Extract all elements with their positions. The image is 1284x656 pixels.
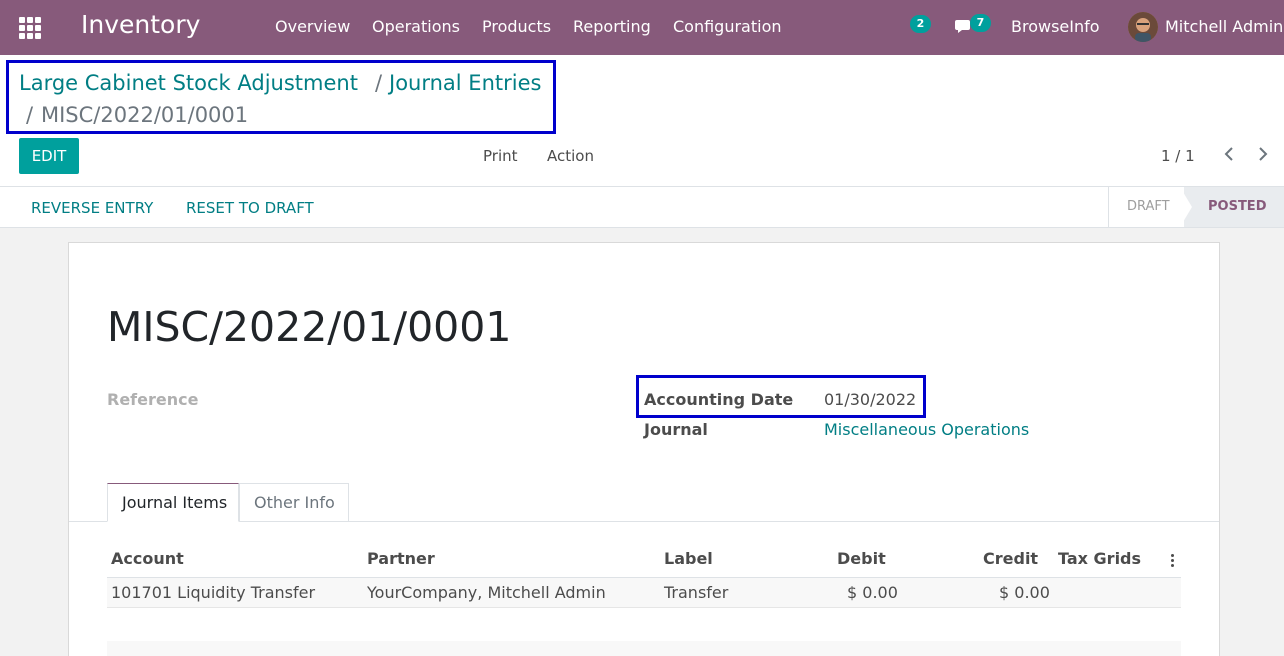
menu-overview[interactable]: Overview bbox=[275, 17, 350, 36]
stage-arrow-divider bbox=[1180, 187, 1192, 227]
avatar-image bbox=[1128, 12, 1158, 42]
reference-label: Reference bbox=[107, 390, 199, 409]
breadcrumb-stock-adjustment[interactable]: Large Cabinet Stock Adjustment bbox=[19, 71, 358, 95]
menu-products[interactable]: Products bbox=[482, 17, 551, 36]
tab-journal-items[interactable]: Journal Items bbox=[107, 483, 239, 522]
menu-reporting[interactable]: Reporting bbox=[573, 17, 651, 36]
column-header-debit[interactable]: Debit bbox=[837, 549, 886, 568]
form-sheet: MISC/2022/01/0001 Reference Accounting D… bbox=[68, 242, 1220, 656]
optional-columns-icon[interactable] bbox=[1171, 554, 1175, 569]
tab-other-info[interactable]: Other Info bbox=[239, 483, 349, 522]
activity-count-badge: 2 bbox=[910, 15, 931, 33]
column-header-label[interactable]: Label bbox=[664, 549, 713, 568]
top-navbar: Inventory Overview Operations Products R… bbox=[0, 0, 1284, 55]
apps-menu-icon[interactable] bbox=[19, 17, 41, 39]
pager-value[interactable]: 1 / 1 bbox=[1161, 147, 1195, 165]
reset-to-draft-button[interactable]: RESET TO DRAFT bbox=[186, 199, 314, 217]
breadcrumb-separator: / bbox=[375, 71, 383, 95]
menu-configuration[interactable]: Configuration bbox=[673, 17, 782, 36]
accounting-date-label: Accounting Date bbox=[644, 390, 794, 409]
accounting-date-value: 01/30/2022 bbox=[824, 390, 917, 409]
action-button[interactable]: Action bbox=[547, 147, 594, 165]
cell-label: Transfer bbox=[664, 583, 729, 602]
record-title: MISC/2022/01/0001 bbox=[107, 303, 512, 351]
reverse-entry-button[interactable]: REVERSE ENTRY bbox=[31, 199, 153, 217]
column-header-credit[interactable]: Credit bbox=[983, 549, 1038, 568]
empty-table-row[interactable] bbox=[107, 641, 1181, 656]
print-button[interactable]: Print bbox=[483, 147, 518, 165]
column-header-tax-grids[interactable]: Tax Grids bbox=[1058, 549, 1141, 568]
message-count-badge: 7 bbox=[970, 14, 991, 32]
cell-credit: $ 0.00 bbox=[999, 583, 1050, 602]
chevron-left-icon[interactable] bbox=[1219, 143, 1241, 165]
company-switcher[interactable]: BrowseInfo bbox=[1011, 17, 1100, 36]
chevron-right-icon[interactable] bbox=[1251, 143, 1273, 165]
control-panel: Large Cabinet Stock Adjustment / Journal… bbox=[0, 55, 1284, 187]
edit-button[interactable]: EDIT bbox=[19, 138, 79, 174]
column-header-account[interactable]: Account bbox=[111, 549, 184, 568]
user-menu[interactable]: Mitchell Admin bbox=[1165, 17, 1283, 36]
stage-posted[interactable]: POSTED bbox=[1184, 187, 1284, 227]
breadcrumb-journal-entries[interactable]: Journal Entries bbox=[389, 71, 541, 95]
user-avatar[interactable] bbox=[1128, 12, 1158, 42]
status-bar: REVERSE ENTRY RESET TO DRAFT DRAFT POSTE… bbox=[0, 187, 1284, 228]
cell-account: 101701 Liquidity Transfer bbox=[111, 583, 316, 602]
breadcrumb-separator: / bbox=[26, 103, 34, 127]
app-name[interactable]: Inventory bbox=[81, 10, 200, 39]
breadcrumb-current: MISC/2022/01/0001 bbox=[41, 103, 249, 127]
column-header-partner[interactable]: Partner bbox=[367, 549, 435, 568]
stage-draft[interactable]: DRAFT bbox=[1108, 187, 1184, 227]
journal-link[interactable]: Miscellaneous Operations bbox=[824, 420, 1029, 439]
menu-operations[interactable]: Operations bbox=[372, 17, 460, 36]
table-row[interactable]: 101701 Liquidity Transfer YourCompany, M… bbox=[107, 578, 1181, 608]
cell-debit: $ 0.00 bbox=[847, 583, 898, 602]
cell-partner: YourCompany, Mitchell Admin bbox=[367, 583, 606, 602]
journal-label: Journal bbox=[644, 420, 708, 439]
